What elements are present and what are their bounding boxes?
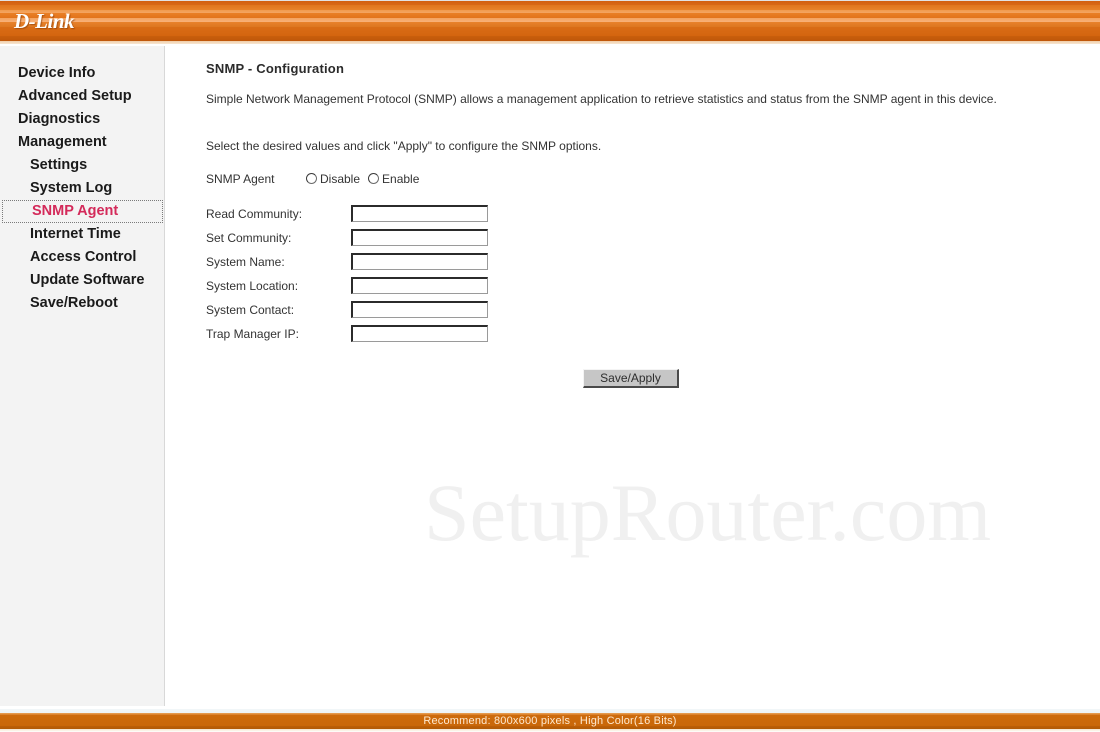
input-trap-manager-ip[interactable] (351, 325, 488, 343)
form-row-read-community: Read Community: (206, 205, 488, 229)
sidebar-item-device-info[interactable]: Device Info (0, 62, 165, 85)
form-row-set-community: Set Community: (206, 229, 488, 253)
sidebar-item-settings[interactable]: Settings (0, 154, 165, 177)
sidebar-item-management[interactable]: Management (0, 131, 165, 154)
dlink-logo: D-Link (14, 9, 75, 33)
sidebar-item-system-log[interactable]: System Log (0, 177, 165, 200)
form-label-system-name: System Name: (206, 254, 285, 269)
input-set-community[interactable] (351, 229, 488, 247)
intro-paragraph: Simple Network Management Protocol (SNMP… (206, 92, 997, 106)
footer-recommend-text: Recommend: 800x600 pixels , High Color(1… (423, 715, 677, 727)
sidebar: Device Info Advanced Setup Diagnostics Mana… (0, 46, 165, 706)
app-header: D-Link (0, 0, 1100, 46)
sidebar-item-internet-time[interactable]: Internet Time (0, 223, 165, 246)
instruction-paragraph: Select the desired values and click "App… (206, 139, 602, 153)
snmp-agent-label: SNMP Agent (206, 172, 275, 186)
sidebar-item-diagnostics[interactable]: Diagnostics (0, 108, 165, 131)
form-label-read-community: Read Community: (206, 206, 303, 221)
form-label-trap-manager-ip: Trap Manager IP: (206, 326, 299, 341)
radio-circle-icon[interactable] (306, 173, 317, 184)
radio-label: Enable (382, 172, 420, 186)
snmp-agent-row: SNMP Agent Disable Enable (206, 172, 427, 186)
app-footer: Recommend: 800x600 pixels , High Color(1… (0, 706, 1100, 732)
sidebar-item-save-reboot[interactable]: Save/Reboot (0, 292, 165, 315)
input-read-community[interactable] (351, 205, 488, 223)
sidebar-nav: Device Info Advanced Setup Diagnostics Mana… (0, 62, 165, 315)
save-apply-button[interactable]: Save/Apply (583, 369, 679, 388)
page-title: SNMP - Configuration (206, 61, 345, 76)
form-row-system-name: System Name: (206, 253, 488, 277)
form-row-trap-manager-ip: Trap Manager IP: (206, 325, 488, 349)
input-system-contact[interactable] (351, 301, 488, 319)
sidebar-item-update-software[interactable]: Update Software (0, 269, 165, 292)
snmp-agent-radio-disable[interactable]: Disable (306, 172, 360, 186)
form-label-system-contact: System Contact: (206, 302, 295, 317)
sidebar-item-access-control[interactable]: Access Control (0, 246, 165, 269)
input-system-name[interactable] (351, 253, 488, 271)
form-label-system-location: System Location: (206, 278, 299, 293)
main-content: SNMP - Configuration Simple Network Mana… (166, 46, 1100, 706)
sidebar-item-snmp-agent[interactable]: SNMP Agent (2, 200, 163, 223)
radio-circle-icon[interactable] (368, 173, 380, 184)
snmp-form: Read Community: Set Community: System Name… (206, 205, 488, 349)
watermark: SetupRouter.com (424, 467, 992, 558)
sidebar-item-advanced-setup[interactable]: Advanced Setup (0, 85, 165, 108)
input-system-location[interactable] (351, 277, 488, 295)
snmp-agent-radio-enable[interactable]: Enable (368, 172, 419, 186)
form-row-system-location: System Location: (206, 277, 488, 301)
form-label-set-community: Set Community: (206, 230, 292, 245)
radio-label: Disable (320, 172, 361, 186)
form-row-system-contact: System Contact: (206, 301, 488, 325)
